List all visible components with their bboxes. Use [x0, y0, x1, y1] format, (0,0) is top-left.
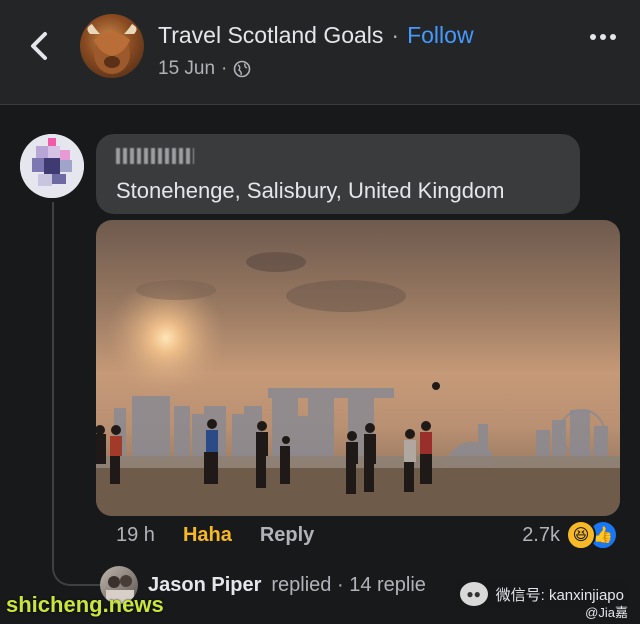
- back-button[interactable]: [24, 28, 54, 64]
- reply-button[interactable]: Reply: [260, 524, 314, 547]
- title-separator: ·: [391, 22, 400, 48]
- haha-reaction-button[interactable]: Haha: [183, 524, 232, 547]
- post-date[interactable]: 15 Jun: [158, 58, 215, 80]
- highland-cow-image: [87, 24, 137, 74]
- pixelated-avatar-image: [20, 134, 84, 198]
- more-dot-icon: [590, 34, 596, 40]
- replier-name: Jason Piper: [148, 573, 262, 596]
- reaction-count: 2.7k: [522, 523, 560, 546]
- reaction-icons: 😆 👍: [566, 520, 618, 550]
- comment-actions: 19 h Haha Reply: [116, 524, 314, 547]
- more-dot-icon: [610, 34, 616, 40]
- site-watermark: shicheng.news: [6, 592, 164, 617]
- page-avatar[interactable]: [80, 14, 144, 78]
- comment-bubble[interactable]: Stonehenge, Salisbury, United Kingdom: [96, 134, 580, 214]
- redacted-author-name: [116, 148, 194, 164]
- more-dot-icon: [600, 34, 606, 40]
- more-options-button[interactable]: [590, 34, 616, 40]
- page-name[interactable]: Travel Scotland Goals: [158, 22, 383, 49]
- globe-icon: [234, 60, 251, 78]
- post-header: Travel Scotland Goals · Follow 15 Jun ·: [0, 0, 640, 105]
- audience-separator: ·: [221, 58, 228, 79]
- replies-count-text: replied · 14 replie: [271, 573, 426, 596]
- handle-watermark: @Jia嘉: [585, 605, 628, 620]
- follow-button[interactable]: Follow: [407, 22, 473, 49]
- comment-text: Stonehenge, Salisbury, United Kingdom: [116, 178, 505, 203]
- wechat-icon: ●●: [459, 582, 488, 606]
- reaction-summary[interactable]: 2.7k 😆 👍: [522, 520, 618, 550]
- commenter-avatar[interactable]: [20, 134, 84, 198]
- haha-icon: 😆: [566, 520, 596, 550]
- comment-time[interactable]: 19 h: [116, 524, 155, 547]
- sunset-skyline-image: [96, 220, 620, 516]
- comment-photo[interactable]: [96, 220, 620, 516]
- chevron-left-icon: [31, 32, 47, 60]
